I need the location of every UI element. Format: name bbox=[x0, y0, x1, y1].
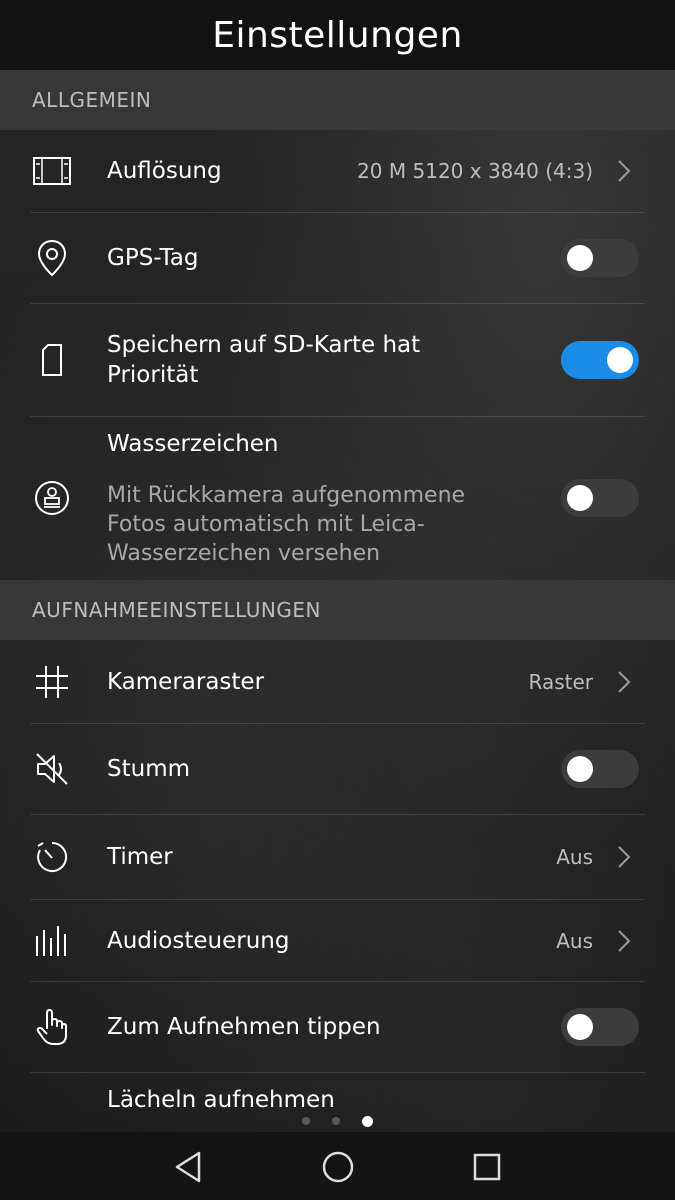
gps-tag-label: GPS-Tag bbox=[107, 245, 199, 271]
setting-tap-to-capture[interactable]: Zum Aufnehmen tippen bbox=[0, 982, 675, 1072]
tap-hand-icon bbox=[33, 1008, 71, 1046]
location-pin-icon bbox=[33, 239, 71, 277]
home-button[interactable] bbox=[318, 1147, 358, 1187]
setting-gps-tag[interactable]: GPS-Tag bbox=[0, 213, 675, 303]
smile-capture-label: Lächeln aufnehmen bbox=[107, 1087, 335, 1113]
title-bar: Einstellungen bbox=[0, 0, 675, 70]
section-header-capture: AUFNAHMEEINSTELLUNGEN bbox=[0, 580, 675, 640]
sd-card-label: Speichern auf SD-Karte hat Priorität bbox=[107, 330, 420, 390]
watermark-description: Mit Rückkamera aufgenommene Fotos automa… bbox=[107, 481, 465, 568]
grid-icon bbox=[33, 663, 71, 701]
section-title-capture: AUFNAHMEEINSTELLUNGEN bbox=[32, 598, 321, 622]
chevron-right-icon bbox=[618, 670, 631, 693]
sd-card-label-line2: Priorität bbox=[107, 362, 199, 388]
back-button[interactable] bbox=[168, 1147, 208, 1187]
setting-resolution[interactable]: Auflösung 20 M 5120 x 3840 (4:3) bbox=[0, 130, 675, 212]
timer-value: Aus bbox=[556, 845, 593, 869]
system-navigation-bar bbox=[0, 1132, 675, 1200]
camera-grid-value: Raster bbox=[528, 669, 593, 694]
setting-sd-card-priority[interactable]: Speichern auf SD-Karte hat Priorität bbox=[0, 304, 675, 416]
toggle-knob bbox=[567, 245, 593, 271]
recents-button[interactable] bbox=[467, 1147, 507, 1187]
home-circle-icon bbox=[322, 1151, 354, 1183]
setting-audio-control[interactable]: Audiosteuerung Aus bbox=[0, 900, 675, 981]
watermark-desc-line3: Wasserzeichen versehen bbox=[107, 541, 381, 566]
watermark-desc-line2: Fotos automatisch mit Leica- bbox=[107, 512, 425, 537]
toggle-knob bbox=[567, 1014, 593, 1040]
chevron-right-icon bbox=[618, 929, 631, 952]
page-dot-active bbox=[362, 1116, 373, 1127]
setting-watermark[interactable]: Wasserzeichen Mit Rückkamera aufgenommen… bbox=[0, 417, 675, 580]
page-dot bbox=[332, 1117, 340, 1125]
recents-square-icon bbox=[473, 1153, 501, 1181]
watermark-label: Wasserzeichen bbox=[107, 431, 279, 457]
page-dot bbox=[302, 1117, 310, 1125]
timer-icon bbox=[33, 838, 71, 876]
toggle-knob bbox=[567, 756, 593, 782]
audio-control-icon bbox=[33, 922, 71, 960]
timer-label: Timer bbox=[107, 844, 173, 870]
tap-to-capture-toggle[interactable] bbox=[561, 1008, 639, 1046]
back-triangle-icon bbox=[175, 1151, 201, 1183]
mute-label: Stumm bbox=[107, 756, 191, 782]
resolution-frame-icon bbox=[33, 152, 71, 190]
gps-tag-toggle[interactable] bbox=[561, 239, 639, 277]
toggle-knob bbox=[567, 485, 593, 511]
section-header-general: ALLGEMEIN bbox=[0, 70, 675, 130]
watermark-toggle[interactable] bbox=[561, 479, 639, 517]
audio-control-value: Aus bbox=[556, 928, 593, 953]
section-title-general: ALLGEMEIN bbox=[32, 88, 152, 112]
sd-card-priority-toggle[interactable] bbox=[561, 341, 639, 379]
chevron-right-icon bbox=[618, 160, 631, 182]
resolution-value: 20 M 5120 x 3840 (4:3) bbox=[357, 159, 593, 183]
mute-toggle[interactable] bbox=[561, 750, 639, 788]
stamp-icon bbox=[33, 479, 71, 517]
page-title: Einstellungen bbox=[212, 14, 463, 56]
setting-timer[interactable]: Timer Aus bbox=[0, 815, 675, 899]
toggle-knob bbox=[607, 347, 633, 373]
sd-card-label-line1: Speichern auf SD-Karte hat bbox=[107, 332, 421, 358]
chevron-right-icon bbox=[618, 846, 631, 868]
page-indicator bbox=[0, 1115, 675, 1129]
setting-mute[interactable]: Stumm bbox=[0, 724, 675, 814]
audio-control-label: Audiosteuerung bbox=[107, 927, 290, 954]
resolution-label: Auflösung bbox=[107, 158, 222, 184]
watermark-desc-line1: Mit Rückkamera aufgenommene bbox=[107, 483, 466, 508]
mute-icon bbox=[33, 750, 71, 788]
camera-grid-label: Kameraraster bbox=[107, 668, 265, 695]
tap-to-capture-label: Zum Aufnehmen tippen bbox=[107, 1014, 381, 1040]
setting-camera-grid[interactable]: Kameraraster Raster bbox=[0, 640, 675, 723]
sd-card-icon bbox=[33, 341, 71, 379]
setting-smile-capture[interactable]: Lächeln aufnehmen bbox=[0, 1073, 675, 1113]
